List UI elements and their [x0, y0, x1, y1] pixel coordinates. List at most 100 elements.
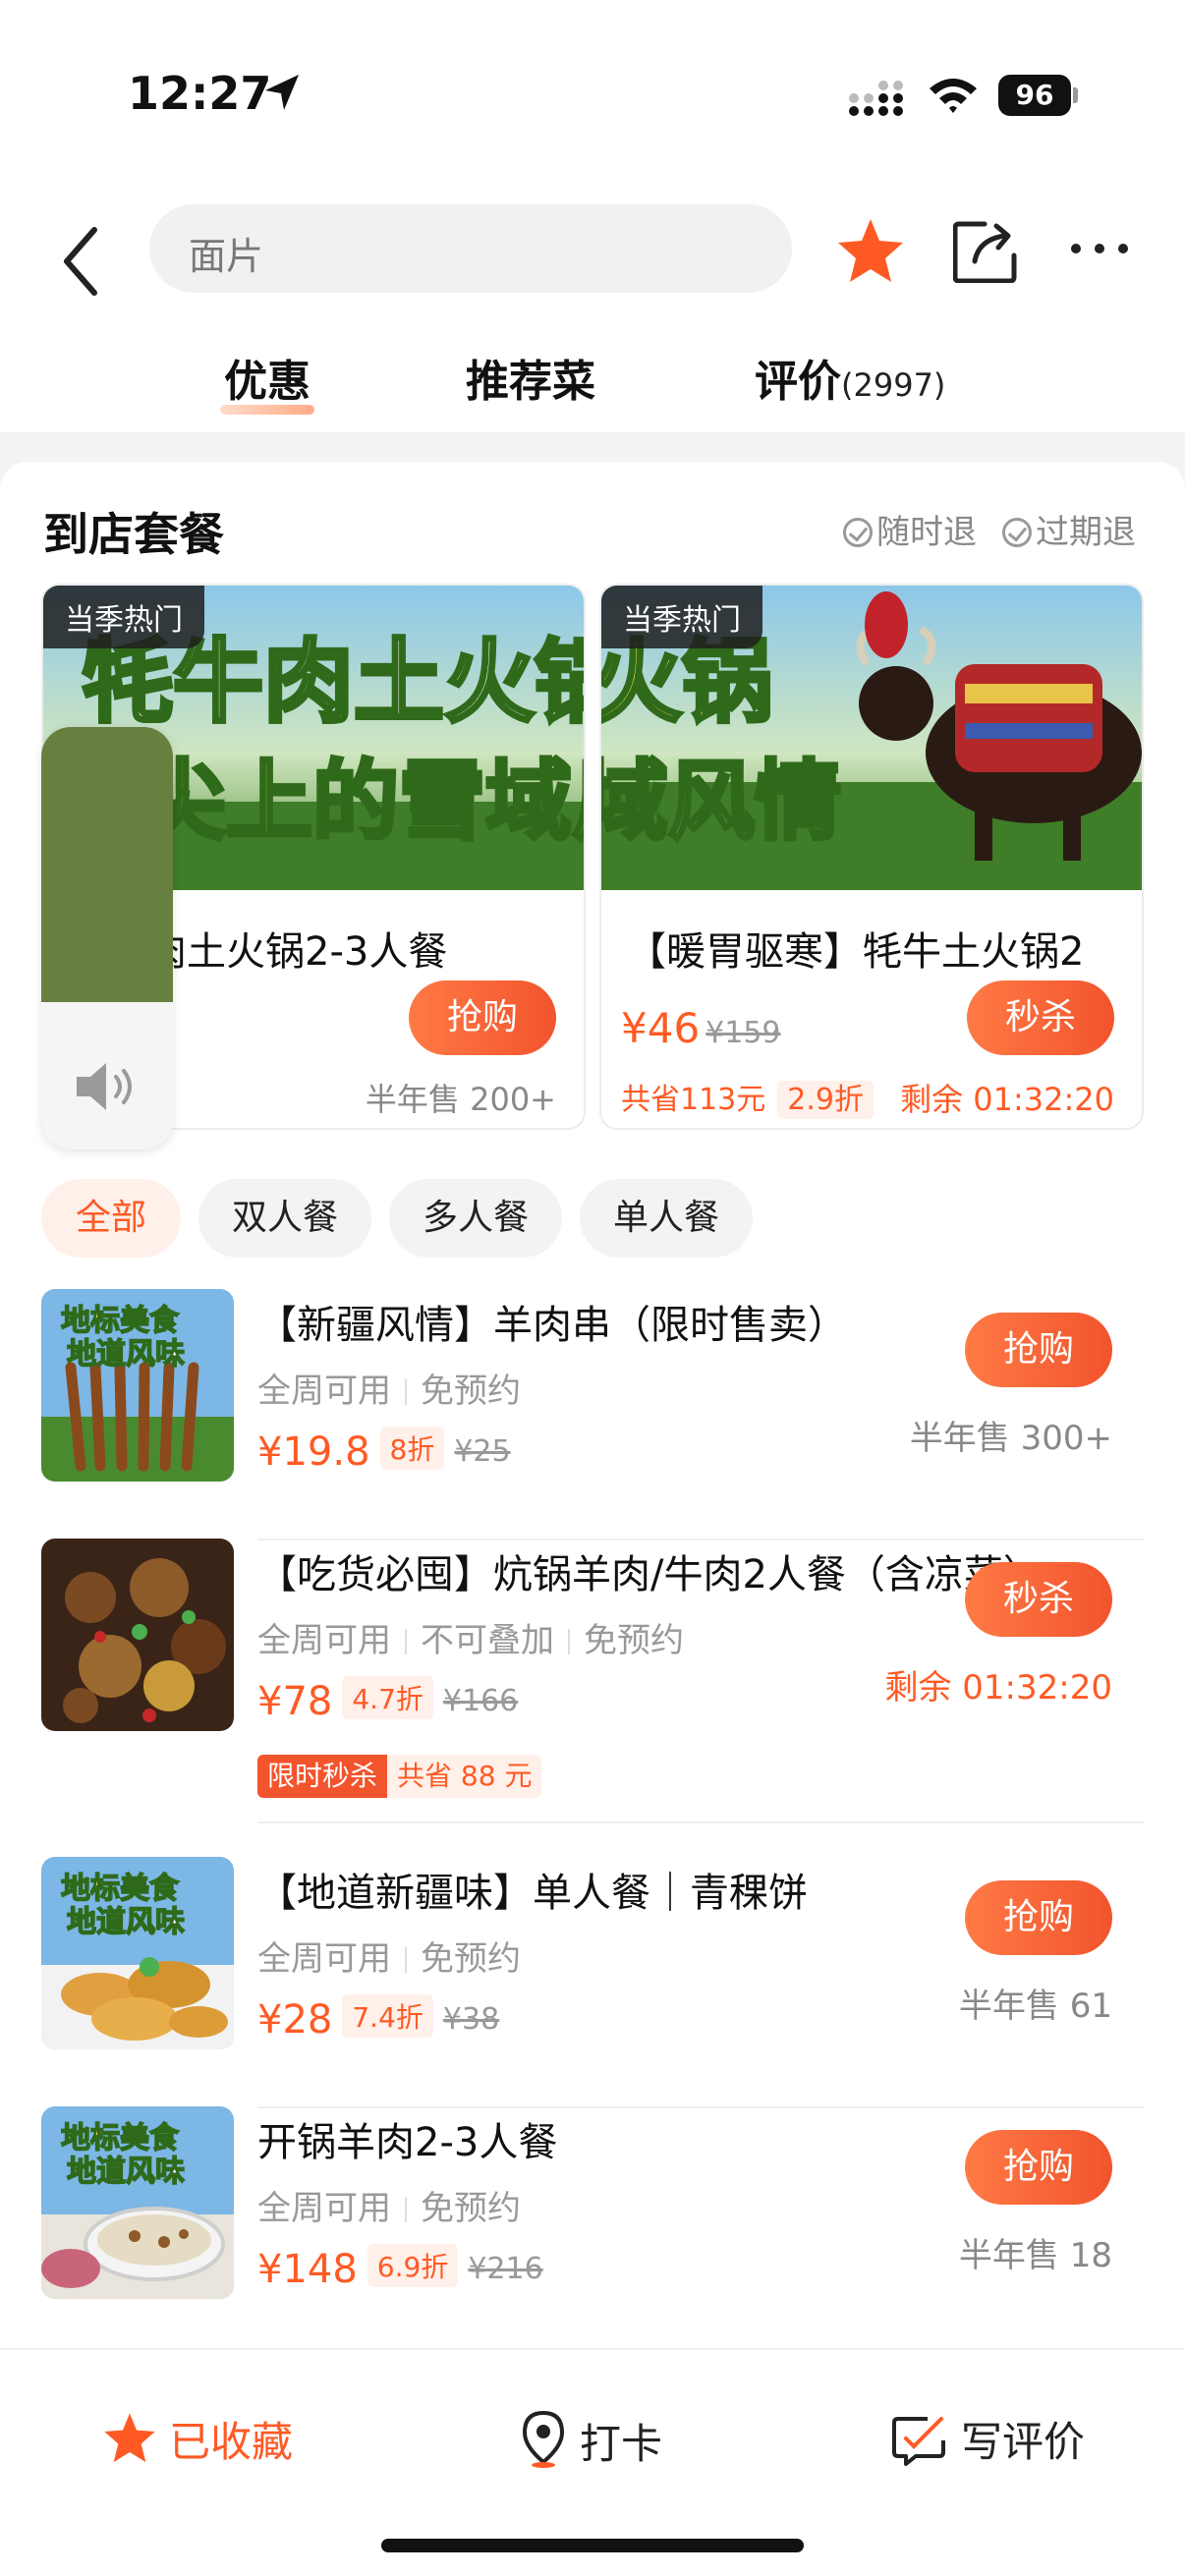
flash-sale-button[interactable]: 秒杀	[967, 980, 1114, 1055]
sold-count: 半年售 18	[958, 2236, 1112, 2275]
original-price: ¥216	[468, 2252, 543, 2286]
item-name: 【吃货必囤】炕锅羊肉/牛肉2人餐（含凉菜）	[257, 1552, 1043, 1597]
status-time: 12:27	[128, 67, 272, 120]
back-arrow-icon[interactable]	[57, 222, 104, 301]
volume-level	[41, 727, 173, 1002]
item-price: ¥28 7.4折 ¥38	[257, 1994, 499, 2043]
featured-deal-card[interactable]: 火锅 域风情 当季热门 【暖胃驱寒】牦牛土火锅2 ¥46 ¥159 秒杀 共省11…	[599, 584, 1144, 1130]
item-name: 开锅羊肉2-3人餐	[257, 2120, 558, 2165]
location-pin-icon	[522, 2410, 565, 2468]
list-item[interactable]: 地标美食 地道风味 【新疆风情】羊肉串（限时售卖） 全周可用 免预约 ¥19.8 8…	[0, 1289, 1185, 1540]
svg-text:地标美食: 地标美食	[61, 1304, 180, 1338]
item-name: 【新疆风情】羊肉串（限时售卖）	[257, 1303, 847, 1348]
item-price: ¥148 6.9折 ¥216	[257, 2244, 543, 2292]
list-item[interactable]: 地标美食 地道风味 【地道新疆味】单人餐｜青稞饼 全周可用 免预约 ¥28 7.4折…	[0, 1857, 1185, 2108]
tab-reviews[interactable]: 评价(2997)	[755, 346, 945, 409]
battery-level: 96	[998, 75, 1071, 116]
filter-chip-group[interactable]: 多人餐	[389, 1179, 562, 1258]
original-price: ¥38	[442, 2002, 500, 2037]
kebab-image: 地标美食 地道风味	[41, 1289, 234, 1482]
deal-name: 【暖胃驱寒】牦牛土火锅2	[627, 929, 1085, 975]
deals-card: 到店套餐 随时退 过期退 牦牛肉土火锅 舌尖上的雪域风情 当季热门 牦牛肉土火锅…	[0, 462, 1185, 2348]
stir-fry-lamb-image	[41, 1539, 234, 1731]
item-thumbnail: 地标美食 地道风味	[41, 1857, 234, 2049]
check-circle-icon	[1002, 518, 1032, 547]
discount-badge: 4.7折	[342, 1676, 433, 1719]
status-bar: 12:27 96	[0, 0, 1185, 187]
item-tags: 全周可用 不可叠加 免预约	[257, 1621, 684, 1660]
svg-text:地标美食: 地标美食	[61, 1872, 180, 1906]
star-icon	[104, 2413, 155, 2463]
favorite-star-icon[interactable]	[835, 216, 906, 287]
search-placeholder: 面片	[189, 235, 264, 278]
list-item[interactable]: 【吃货必囤】炕锅羊肉/牛肉2人餐（含凉菜） 全周可用 不可叠加 免预约 ¥78 4.7…	[0, 1539, 1185, 1823]
banner-text-2: 域风情	[601, 751, 841, 852]
wifi-icon	[930, 79, 977, 113]
countdown-timer: 剩余 01:32:20	[884, 1668, 1112, 1708]
buy-button[interactable]: 抢购	[409, 980, 556, 1055]
sold-count: 半年售 300+	[909, 1419, 1112, 1458]
write-review-button[interactable]: 写评价	[892, 2409, 1085, 2469]
deal-price: ¥46 ¥159	[621, 1004, 781, 1052]
favorited-button[interactable]: 已收藏	[102, 2409, 293, 2469]
flash-sale-badge: 限时秒杀 共省 88 元	[257, 1755, 542, 1798]
discount-badge: 8折	[379, 1427, 445, 1470]
speaker-icon	[77, 1063, 132, 1110]
item-tags: 全周可用 免预约	[257, 1939, 521, 1979]
policy-refund-anytime: 随时退	[843, 505, 977, 553]
svg-text:地标美食: 地标美食	[61, 2121, 180, 2156]
check-circle-icon	[843, 518, 873, 547]
policy-refund-expired: 过期退	[1002, 505, 1136, 553]
divider	[257, 1821, 1144, 1823]
top-nav-bar: 面片	[0, 187, 1185, 334]
filter-chip-double[interactable]: 双人餐	[198, 1179, 371, 1258]
original-price: ¥25	[454, 1434, 511, 1469]
tab-bar: 优惠 推荐菜 评价(2997)	[0, 334, 1185, 432]
buy-button[interactable]: 抢购	[965, 1880, 1112, 1955]
tab-recommended-dishes[interactable]: 推荐菜	[466, 346, 595, 409]
item-thumbnail	[41, 1539, 234, 1731]
battery-indicator: 96	[998, 75, 1078, 116]
sold-count: 半年售 61	[958, 1987, 1112, 2026]
item-name: 【地道新疆味】单人餐｜青稞饼	[257, 1871, 808, 1916]
original-price: ¥159	[705, 1016, 781, 1050]
home-indicator	[381, 2539, 804, 2552]
section-title: 到店套餐	[43, 508, 224, 561]
tab-offers[interactable]: 优惠	[220, 346, 314, 415]
flatbread-image: 地标美食 地道风味	[41, 1857, 234, 2049]
filter-chip-all[interactable]: 全部	[41, 1179, 181, 1258]
filter-chip-single[interactable]: 单人餐	[580, 1179, 753, 1258]
item-thumbnail: 地标美食 地道风味	[41, 2106, 234, 2299]
volume-slider[interactable]	[41, 727, 173, 1149]
location-arrow-icon	[265, 75, 299, 110]
hot-season-tag: 当季热门	[43, 586, 204, 648]
discount-badge: 2.9折	[777, 1081, 874, 1119]
item-tags: 全周可用 免预约	[257, 1372, 521, 1411]
more-options-icon[interactable]	[1069, 234, 1130, 263]
item-thumbnail: 地标美食 地道风味	[41, 1289, 234, 1482]
review-count: (2997)	[841, 366, 946, 404]
sold-count: 半年售 200+	[365, 1081, 556, 1118]
flash-sale-button[interactable]: 秒杀	[965, 1562, 1112, 1637]
svg-text:地道风味: 地道风味	[67, 2155, 185, 2189]
write-review-icon	[892, 2417, 945, 2466]
list-item[interactable]: 地标美食 地道风味 开锅羊肉2-3人餐 全周可用 免预约 ¥148 6.9折 ¥216…	[0, 2106, 1185, 2358]
item-price: ¥78 4.7折 ¥166	[257, 1676, 518, 1724]
discount-badge: 6.9折	[367, 2244, 459, 2287]
cellular-signal-icon	[849, 81, 903, 116]
buy-button[interactable]: 抢购	[965, 2130, 1112, 2205]
discount-badge: 7.4折	[342, 1994, 433, 2038]
original-price: ¥166	[442, 1684, 519, 1718]
svg-text:地道风味: 地道风味	[67, 1905, 185, 1939]
svg-text:地道风味: 地道风味	[67, 1337, 185, 1372]
hot-season-tag: 当季热门	[601, 586, 762, 648]
check-in-button[interactable]: 打卡	[519, 2409, 662, 2471]
lamb-soup-image: 地标美食 地道风味	[41, 2106, 234, 2299]
share-icon[interactable]	[953, 214, 1018, 283]
countdown-timer: 剩余 01:32:20	[900, 1081, 1114, 1118]
search-input[interactable]: 面片	[149, 204, 792, 293]
buy-button[interactable]: 抢购	[965, 1313, 1112, 1387]
battery-nub	[1073, 87, 1078, 103]
bottom-action-bar: 已收藏 打卡 写评价	[0, 2348, 1185, 2576]
savings-info: 共省113元 2.9折	[621, 1075, 874, 1119]
